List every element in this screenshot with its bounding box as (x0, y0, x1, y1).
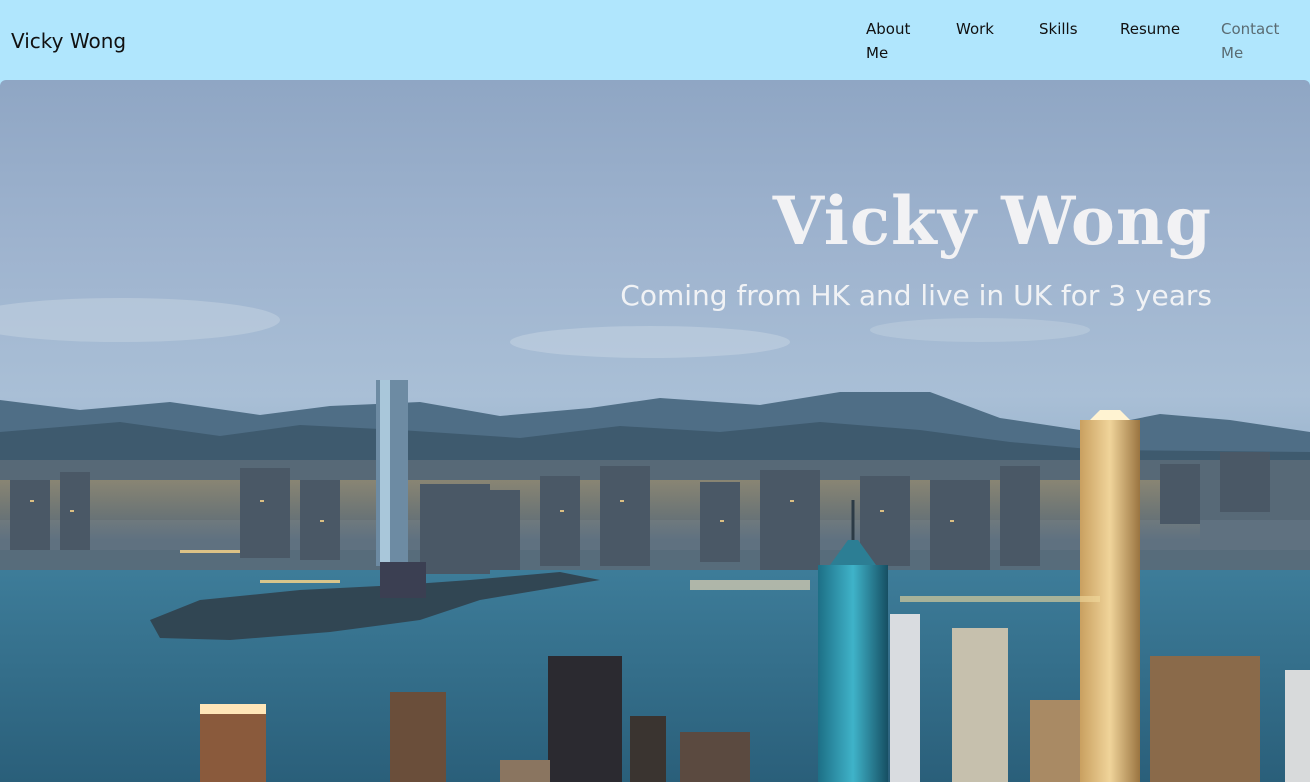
nav-link-skills[interactable]: Skills (1039, 17, 1078, 41)
nav-link-about[interactable]: About Me (866, 17, 926, 65)
navbar: Vicky Wong About Me Work Skills Resume C… (0, 0, 1310, 80)
hero-subtitle: Coming from HK and live in UK for 3 year… (620, 279, 1212, 312)
brand-link[interactable]: Vicky Wong (11, 29, 126, 53)
hero-section: Vicky Wong Coming from HK and live in UK… (0, 80, 1310, 782)
nav-link-contact[interactable]: Contact Me (1221, 17, 1287, 65)
nav-link-work[interactable]: Work (956, 17, 994, 41)
nav-link-resume[interactable]: Resume (1120, 17, 1180, 41)
hero-title: Vicky Wong (772, 182, 1212, 260)
